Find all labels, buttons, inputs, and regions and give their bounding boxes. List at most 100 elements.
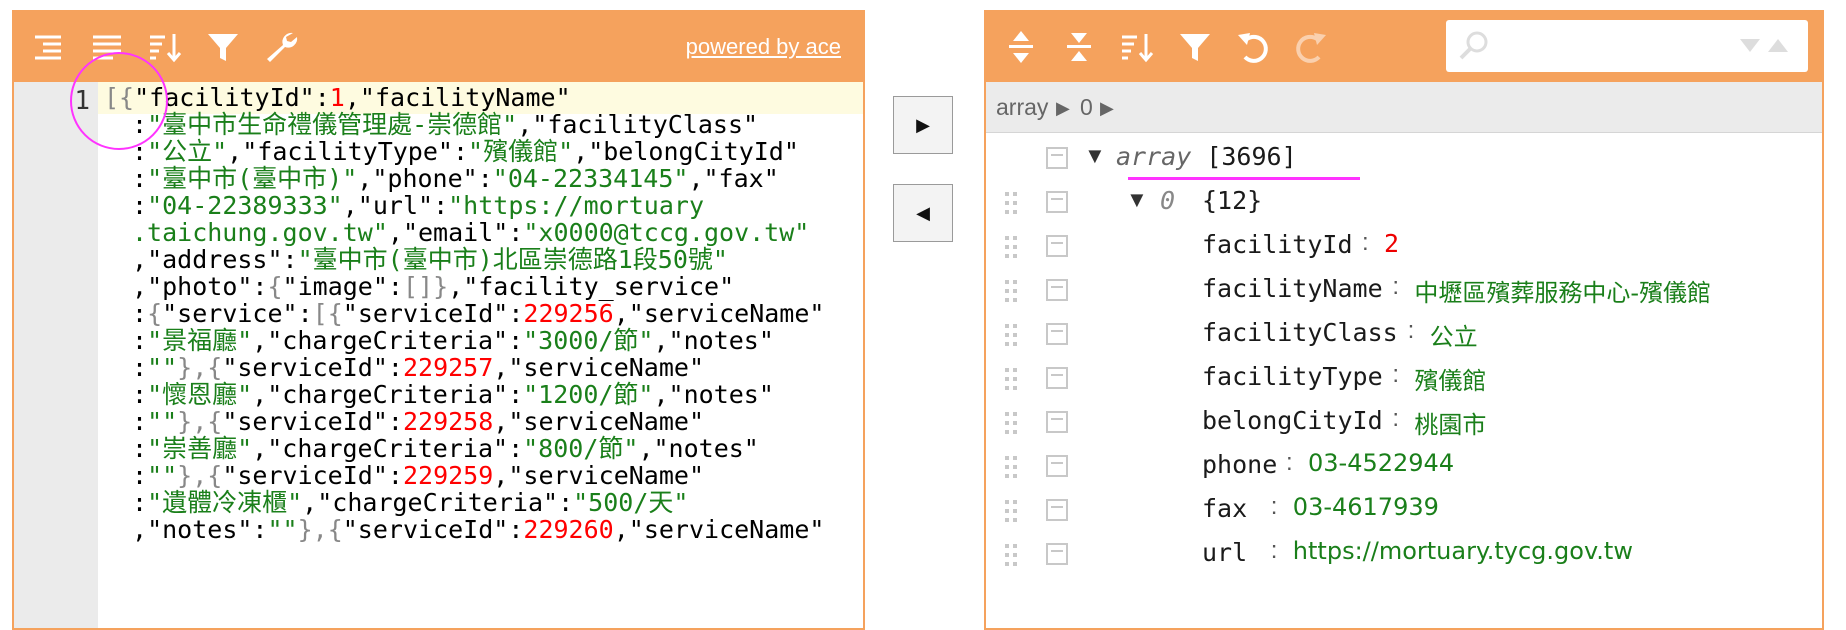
field-value[interactable]: 2	[1384, 229, 1399, 258]
drag-handle-icon[interactable]	[1004, 279, 1018, 303]
field-separator: :	[1392, 273, 1400, 300]
code-token: },{	[177, 407, 223, 436]
field-key[interactable]: facilityClass	[1202, 318, 1398, 347]
drag-handle-icon[interactable]	[1004, 411, 1018, 435]
code-token: ,	[688, 164, 704, 193]
search-input[interactable]	[1496, 26, 1730, 66]
filter-icon[interactable]	[1174, 26, 1216, 68]
field-value[interactable]: 03-4522944	[1308, 449, 1454, 477]
code-token: "serviceName"	[508, 461, 705, 490]
drag-handle-icon[interactable]	[1004, 455, 1018, 479]
field-value[interactable]: 中壢區殯葬服務中心-殯儀館	[1414, 273, 1711, 308]
context-menu-icon[interactable]	[1046, 367, 1068, 389]
collapse-all-icon[interactable]	[1058, 26, 1100, 68]
code-token: ,	[357, 164, 373, 193]
tree-view: ▼ array [3696] ▼ 0 {12} facilityId:2 faci…	[986, 133, 1822, 628]
expand-toggle-icon[interactable]: ▼	[1126, 187, 1148, 213]
expand-toggle-icon[interactable]: ▼	[1084, 143, 1106, 169]
field-key[interactable]: phone	[1202, 450, 1277, 479]
code-token: ,	[653, 326, 669, 355]
field-value[interactable]: 03-4617939	[1293, 493, 1439, 521]
code-token: "崇善廳"	[147, 434, 253, 463]
code-token: :	[508, 515, 524, 544]
context-menu-icon[interactable]	[1046, 279, 1068, 301]
wrench-icon[interactable]	[260, 26, 302, 68]
field-key[interactable]: facilityId	[1202, 230, 1353, 259]
code-token: "https://mortuary	[448, 191, 704, 220]
context-menu-icon[interactable]	[1046, 411, 1068, 433]
code-token: "遺體冷凍櫃"	[147, 488, 303, 517]
field-separator: :	[1270, 537, 1278, 564]
context-menu-icon[interactable]	[1046, 191, 1068, 213]
field-value[interactable]: https://mortuary.tycg.gov.tw	[1293, 537, 1633, 565]
code-token: ,	[493, 407, 509, 436]
context-menu-icon[interactable]	[1046, 147, 1068, 169]
code-token: ,	[448, 272, 464, 301]
code-editor[interactable]: 1 [{"facilityId":1,"facilityName":"臺中市生命…	[14, 82, 863, 628]
field-key[interactable]: facilityName	[1202, 274, 1383, 303]
copy-to-right-button[interactable]: ▶	[893, 96, 953, 154]
code-token: 229256	[523, 299, 614, 328]
filter-icon[interactable]	[202, 26, 244, 68]
code-token: "04-22389333"	[147, 191, 343, 220]
drag-handle-icon[interactable]	[1004, 543, 1018, 567]
code-token: "serviceName"	[508, 353, 705, 382]
code-token: :	[452, 137, 469, 166]
drag-handle-icon[interactable]	[1004, 323, 1018, 347]
code-token: "notes"	[147, 515, 253, 544]
search-previous-icon[interactable]	[1766, 36, 1790, 54]
code-token: :	[508, 218, 524, 247]
code-token: "景福廳"	[147, 326, 253, 355]
tree-row-field[interactable]: url: https://mortuary.tycg.gov.tw	[986, 529, 1822, 581]
breadcrumb-item-0[interactable]: 0	[1080, 94, 1093, 121]
code-token: "800/節"	[523, 434, 639, 463]
code-token: }	[433, 272, 449, 301]
field-key[interactable]: fax	[1202, 494, 1247, 523]
code-token: 229259	[402, 461, 494, 490]
drag-handle-icon[interactable]	[1004, 367, 1018, 391]
drag-handle-icon[interactable]	[1004, 499, 1018, 523]
copy-to-left-button[interactable]: ◀	[893, 184, 953, 242]
code-token: "臺中市(臺中市)"	[147, 164, 358, 193]
breadcrumb-array[interactable]: array	[996, 94, 1048, 121]
context-menu-icon[interactable]	[1046, 235, 1068, 257]
field-value[interactable]: 殯儀館	[1414, 361, 1486, 396]
field-key[interactable]: belongCityId	[1202, 406, 1383, 435]
sort-icon[interactable]	[1116, 26, 1158, 68]
context-menu-icon[interactable]	[1046, 499, 1068, 521]
code-token: ,	[132, 272, 148, 301]
code-area[interactable]: [{"facilityId":1,"facilityName":"臺中市生命禮儀…	[98, 82, 863, 628]
expand-all-icon[interactable]	[1000, 26, 1042, 68]
code-token: ,	[517, 110, 533, 139]
code-token: "facility_service"	[463, 272, 735, 301]
code-token: "懷恩廳"	[147, 380, 253, 409]
code-token: ""	[147, 407, 178, 436]
code-token: ""	[267, 515, 298, 544]
field-separator: :	[1270, 493, 1278, 520]
drag-handle-icon[interactable]	[1004, 191, 1018, 215]
search-next-icon[interactable]	[1738, 36, 1762, 54]
drag-handle-icon[interactable]	[1004, 235, 1018, 259]
context-menu-icon[interactable]	[1046, 543, 1068, 565]
field-key[interactable]: url	[1202, 538, 1247, 567]
powered-by-ace-link[interactable]: powered by ace	[686, 34, 841, 60]
code-token: "notes"	[653, 434, 759, 463]
root-name[interactable]: array	[1116, 142, 1191, 171]
redo-icon[interactable]	[1290, 26, 1332, 68]
context-menu-icon[interactable]	[1046, 455, 1068, 477]
code-token: :	[132, 326, 148, 355]
code-token: "chargeCriteria"	[267, 434, 509, 463]
sort-icon[interactable]	[144, 26, 186, 68]
undo-icon[interactable]	[1232, 26, 1274, 68]
code-token: "fax"	[703, 164, 779, 193]
format-icon[interactable]	[28, 26, 70, 68]
breadcrumb-arrow-icon[interactable]: ▶	[1056, 98, 1070, 119]
code-token: :	[132, 164, 148, 193]
field-key[interactable]: facilityType	[1202, 362, 1383, 391]
breadcrumb-arrow-icon[interactable]: ▶	[1100, 98, 1114, 119]
context-menu-icon[interactable]	[1046, 323, 1068, 345]
field-value[interactable]: 桃園市	[1414, 405, 1486, 440]
code-token: "x0000@tccg.gov.tw"	[523, 218, 810, 247]
field-value[interactable]: 公立	[1430, 317, 1478, 352]
code-token: "image"	[282, 272, 388, 301]
